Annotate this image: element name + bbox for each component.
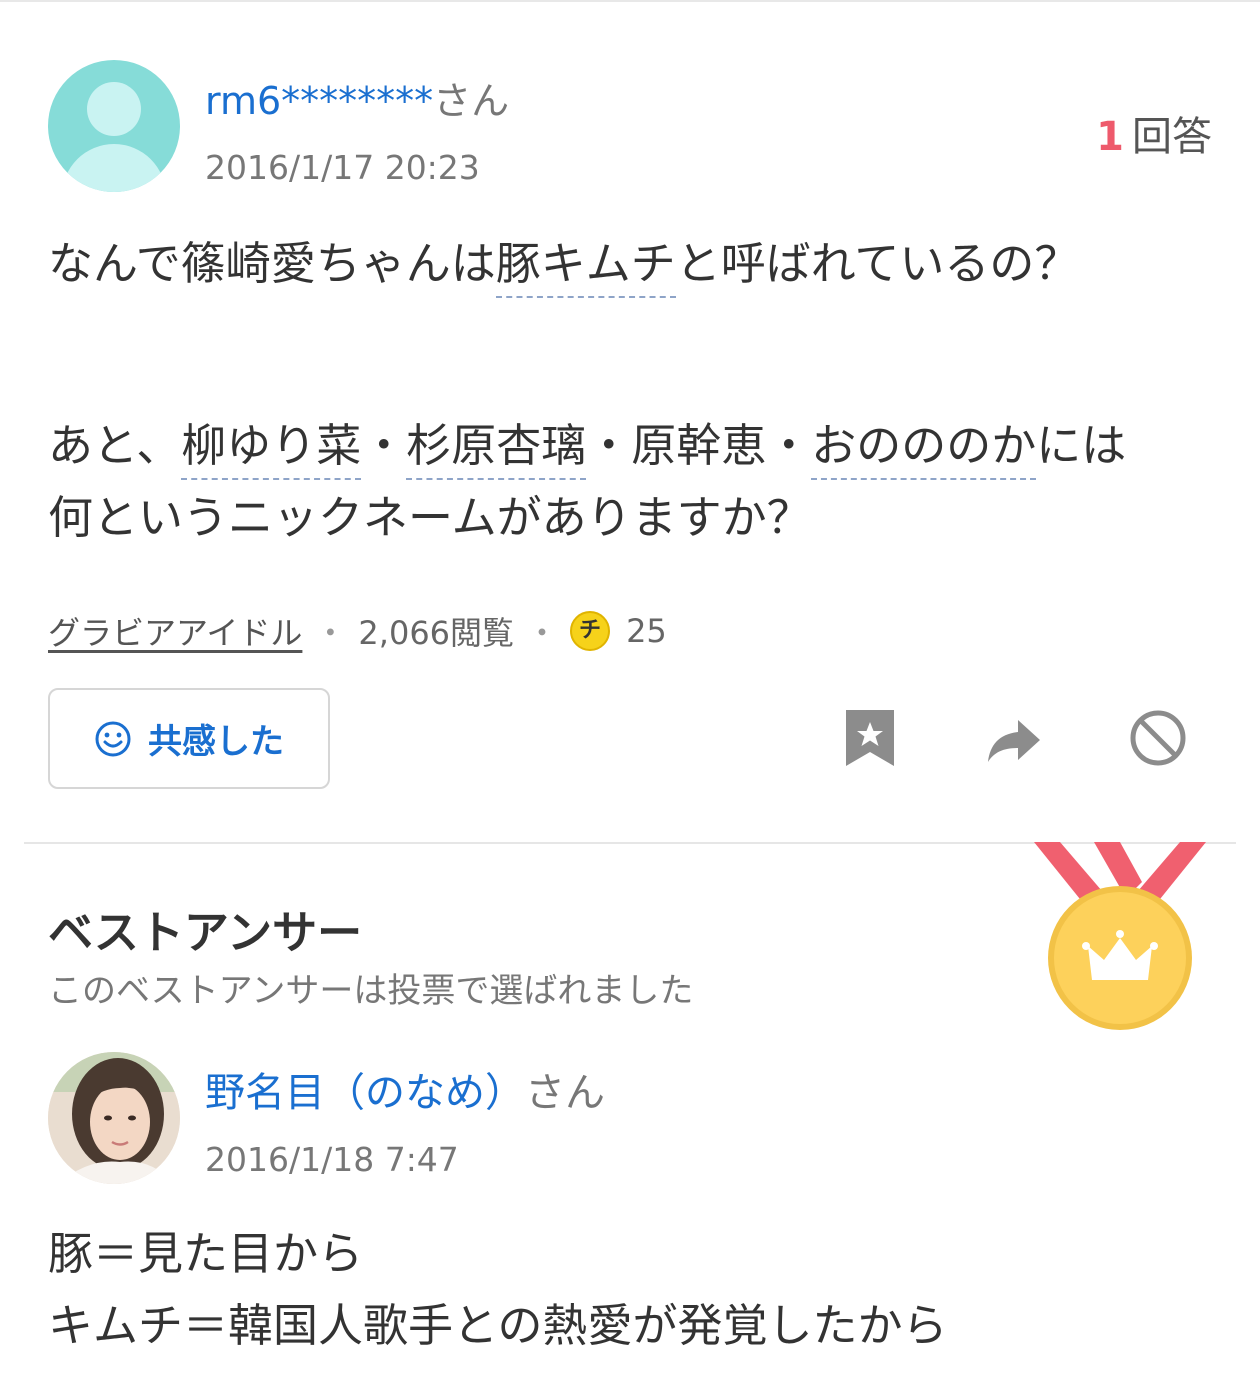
keyword-link-ononoka[interactable]: おのののか (811, 419, 1037, 480)
view-count: 2,066閲覧 (358, 614, 515, 652)
question-line-2: あと、柳ゆり菜・杉原杏璃・原幹恵・おのののかには (48, 410, 1228, 482)
block-icon[interactable] (1128, 706, 1188, 770)
smile-icon (95, 721, 131, 756)
share-arrow-icon[interactable] (984, 706, 1044, 770)
answer-line-1: 豚＝見た目から (48, 1227, 364, 1280)
coin-count: 25 (626, 612, 667, 650)
question-date: 2016/1/17 20:23 (205, 148, 480, 187)
question-line-1: なんで篠崎愛ちゃんは豚キムチと呼ばれているの？ (48, 228, 1228, 300)
answer-count[interactable]: 1 回答 (1096, 104, 1212, 162)
questioner-honorific: さん (433, 79, 510, 123)
question-text: あと、 (48, 419, 182, 472)
question-text: ・ (361, 419, 407, 472)
chiebukuro-coin-icon: チ (570, 611, 611, 651)
questioner-name-line: rm6********さん (205, 70, 509, 125)
answerer-name-link[interactable]: 野名目（のなめ） (205, 1070, 525, 1116)
answerer-avatar[interactable] (48, 1052, 180, 1184)
meta-separator: ・ (526, 614, 559, 652)
best-answer-heading: ベストアンサー (48, 906, 363, 959)
answerer-honorific: さん (525, 1070, 605, 1116)
avatar-head-shape (87, 82, 141, 136)
paragraph-gap-small (48, 372, 1228, 410)
answer-count-number: 1 (1096, 114, 1124, 160)
meta-separator: ・ (314, 614, 347, 652)
empathy-button[interactable]: 共感した (48, 688, 330, 789)
answer-count-label: 回答 (1132, 114, 1212, 160)
question-meta: グラビアアイドル ・ 2,066閲覧 ・ チ 25 (48, 608, 667, 654)
keyword-link-butakimchi[interactable]: 豚キムチ (495, 237, 676, 298)
answer-date: 2016/1/18 7:47 (205, 1140, 459, 1179)
keyword-link-sugihara-anri[interactable]: 杉原杏璃 (406, 419, 587, 480)
avatar-body-shape (62, 144, 166, 192)
question-text: には (1036, 419, 1127, 472)
empathy-label: 共感した (148, 722, 284, 762)
keyword-link-yanagi-yurina[interactable]: 柳ゆり菜 (181, 419, 362, 480)
question-text: と呼ばれているの？ (675, 237, 1080, 290)
answer-line-2: キムチ＝韓国人歌手との熱愛が発覚したから (48, 1299, 948, 1352)
best-answer-note: このベストアンサーは投票で選ばれました (48, 971, 694, 1011)
category-link[interactable]: グラビアアイドル (48, 608, 302, 654)
question-text: ・原幹恵・ (586, 419, 812, 472)
answerer-name-line: 野名目（のなめ）さん (205, 1060, 605, 1118)
top-border (0, 0, 1260, 2)
best-answer-medal-icon (1034, 842, 1206, 1030)
question-text: なんで篠崎愛ちゃんは (48, 237, 496, 290)
questioner-avatar[interactable] (48, 60, 180, 192)
questioner-name-link[interactable]: rm6******** (205, 79, 433, 123)
bookmark-star-icon[interactable] (840, 706, 900, 770)
answer-body: 豚＝見た目から キムチ＝韓国人歌手との熱愛が発覚したから (48, 1218, 948, 1362)
question-line-3: 何というニックネームがありますか？ (48, 491, 812, 544)
question-body: なんで篠崎愛ちゃんは豚キムチと呼ばれているの？ あと、柳ゆり菜・杉原杏璃・原幹恵… (48, 228, 1228, 554)
